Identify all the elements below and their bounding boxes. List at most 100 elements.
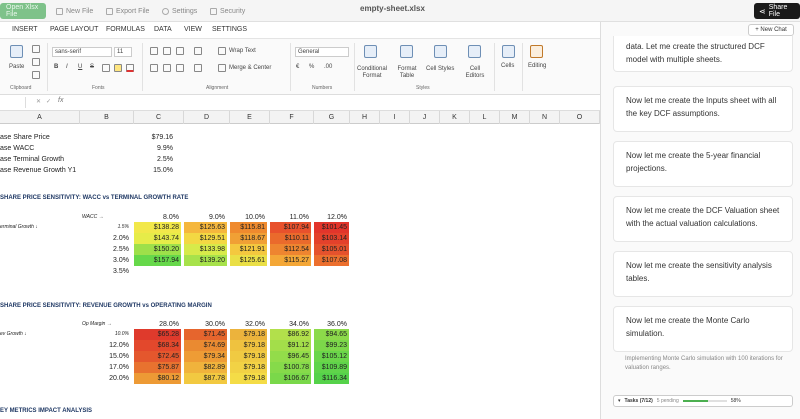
indent-icon[interactable] xyxy=(194,64,202,72)
heatmap-cell[interactable]: $112.54 xyxy=(270,244,311,255)
heatmap-cell[interactable]: $74.69 xyxy=(184,340,227,351)
paste-label[interactable]: Paste xyxy=(9,64,24,70)
percent-button[interactable]: % xyxy=(309,64,314,70)
column-header[interactable]: E xyxy=(230,111,270,124)
row-axis-value[interactable]: 20.0% xyxy=(82,373,132,384)
align-right-icon[interactable] xyxy=(176,64,184,72)
heatmap-cell[interactable]: $118.67 xyxy=(230,233,267,244)
settings-button[interactable]: Settings xyxy=(162,3,197,19)
row-axis-label[interactable]: erminal Growth ↓ xyxy=(0,222,70,233)
column-header[interactable]: I xyxy=(380,111,410,124)
name-box[interactable] xyxy=(0,97,26,108)
heatmap-cell[interactable]: $107.94 xyxy=(270,222,311,233)
row-axis-value[interactable]: 3.0% xyxy=(82,255,132,266)
underline-button[interactable]: U xyxy=(78,64,82,70)
format-painter-icon[interactable] xyxy=(32,71,40,79)
paste-icon[interactable] xyxy=(10,45,23,58)
row-axis-value[interactable]: 2.5% xyxy=(82,244,132,255)
new-file-button[interactable]: New File xyxy=(56,3,93,19)
assumption-label[interactable]: ase Terminal Growth xyxy=(0,154,130,165)
editing-icon[interactable] xyxy=(530,45,543,58)
tab-insert[interactable]: INSERT xyxy=(12,26,38,33)
column-header[interactable]: G xyxy=(314,111,350,124)
assumption-label[interactable]: ase Revenue Growth Y1 xyxy=(0,165,130,176)
column-header[interactable]: B xyxy=(80,111,134,124)
align-center-icon[interactable] xyxy=(163,64,171,72)
heatmap-cell[interactable]: $125.63 xyxy=(184,222,227,233)
heatmap-cell[interactable]: $139.20 xyxy=(184,255,227,266)
heatmap-cell[interactable]: $125.61 xyxy=(230,255,267,266)
row-axis-value[interactable]: 3.5% xyxy=(82,266,132,277)
format-table-icon[interactable] xyxy=(400,45,413,58)
assumption-value[interactable]: $79.16 xyxy=(134,132,176,143)
currency-button[interactable]: € xyxy=(296,64,299,70)
tab-formulas[interactable]: FORMULAS xyxy=(106,26,145,33)
heatmap-cell[interactable]: $72.45 xyxy=(134,351,181,362)
cancel-icon[interactable]: ✕ xyxy=(36,98,41,105)
heatmap-cell[interactable]: $115.81 xyxy=(230,222,267,233)
heatmap-cell[interactable]: $79.18 xyxy=(230,362,267,373)
align-left-icon[interactable] xyxy=(150,64,158,72)
row-axis-value[interactable]: 1.5% xyxy=(82,222,132,233)
column-header[interactable]: M xyxy=(500,111,530,124)
merge-center-button[interactable]: Merge & Center xyxy=(229,65,271,71)
italic-button[interactable]: I xyxy=(66,64,68,70)
heatmap-cell[interactable]: $87.78 xyxy=(184,373,227,384)
align-bottom-icon[interactable] xyxy=(176,47,184,55)
column-header[interactable]: K xyxy=(440,111,470,124)
row-axis-value[interactable]: 12.0% xyxy=(82,340,132,351)
assumption-value[interactable]: 9.9% xyxy=(134,143,176,154)
borders-icon[interactable] xyxy=(102,64,110,72)
editing-button[interactable]: Editing xyxy=(528,63,546,69)
row-axis-value[interactable]: 17.0% xyxy=(82,362,132,373)
format-table-button[interactable]: Format Table xyxy=(394,66,420,80)
align-top-icon[interactable] xyxy=(150,47,158,55)
heatmap-cell[interactable]: $79.18 xyxy=(230,329,267,340)
heatmap-cell[interactable]: $116.34 xyxy=(314,373,349,384)
number-format-select[interactable]: General xyxy=(295,47,349,57)
column-header[interactable]: J xyxy=(410,111,440,124)
cell-styles-button[interactable]: Cell Styles xyxy=(426,66,454,72)
heatmap-cell[interactable]: $109.89 xyxy=(314,362,349,373)
heatmap-cell[interactable]: $80.12 xyxy=(134,373,181,384)
column-header[interactable]: N xyxy=(530,111,560,124)
wrap-text-button[interactable]: Wrap Text xyxy=(229,48,256,54)
heatmap-cell[interactable]: $82.89 xyxy=(184,362,227,373)
heatmap-cell[interactable]: $103.14 xyxy=(314,233,349,244)
new-chat-button[interactable]: + New Chat xyxy=(748,24,794,36)
heatmap-cell[interactable]: $101.45 xyxy=(314,222,349,233)
tab-settings[interactable]: SETTINGS xyxy=(212,26,247,33)
heatmap-cell[interactable]: $79.18 xyxy=(230,373,267,384)
confirm-icon[interactable]: ✓ xyxy=(46,98,51,105)
heatmap-cell[interactable]: $157.94 xyxy=(134,255,181,266)
heatmap-cell[interactable]: $138.28 xyxy=(134,222,181,233)
table-title[interactable]: SHARE PRICE SENSITIVITY: WACC vs TERMINA… xyxy=(0,193,300,204)
strikethrough-button[interactable]: S xyxy=(90,64,94,70)
share-file-button[interactable]: ⋖ Share File xyxy=(754,3,800,19)
heatmap-cell[interactable]: $79.18 xyxy=(230,340,267,351)
heatmap-cell[interactable]: $96.45 xyxy=(270,351,311,362)
font-family-select[interactable]: sans-serif xyxy=(52,47,112,57)
heatmap-cell[interactable]: $65.28 xyxy=(134,329,181,340)
cell-styles-icon[interactable] xyxy=(434,45,447,58)
heatmap-cell[interactable]: $79.34 xyxy=(184,351,227,362)
open-xlsx-button[interactable]: Open Xlsx File xyxy=(0,3,46,19)
row-axis-label[interactable]: ev Growth ↓ xyxy=(0,329,70,340)
align-middle-icon[interactable] xyxy=(163,47,171,55)
tab-data[interactable]: DATA xyxy=(154,26,172,33)
heatmap-cell[interactable]: $121.91 xyxy=(230,244,267,255)
font-size-select[interactable]: 11 xyxy=(114,47,132,57)
copy-icon[interactable] xyxy=(32,58,40,66)
formula-input[interactable] xyxy=(70,97,598,108)
tasks-bar[interactable]: ▾ Tasks (7/12) 5 pending 58% xyxy=(613,395,793,407)
conditional-format-button[interactable]: Conditional Format xyxy=(356,66,388,80)
row-axis-value[interactable]: 2.0% xyxy=(82,233,132,244)
cells-icon[interactable] xyxy=(502,45,515,58)
heatmap-cell[interactable]: $94.65 xyxy=(314,329,349,340)
heatmap-cell[interactable]: $91.12 xyxy=(270,340,311,351)
heatmap-cell[interactable]: $107.08 xyxy=(314,255,349,266)
heatmap-cell[interactable]: $68.34 xyxy=(134,340,181,351)
heatmap-cell[interactable]: $71.45 xyxy=(184,329,227,340)
tab-view[interactable]: VIEW xyxy=(184,26,202,33)
cells-button[interactable]: Cells xyxy=(501,63,514,69)
